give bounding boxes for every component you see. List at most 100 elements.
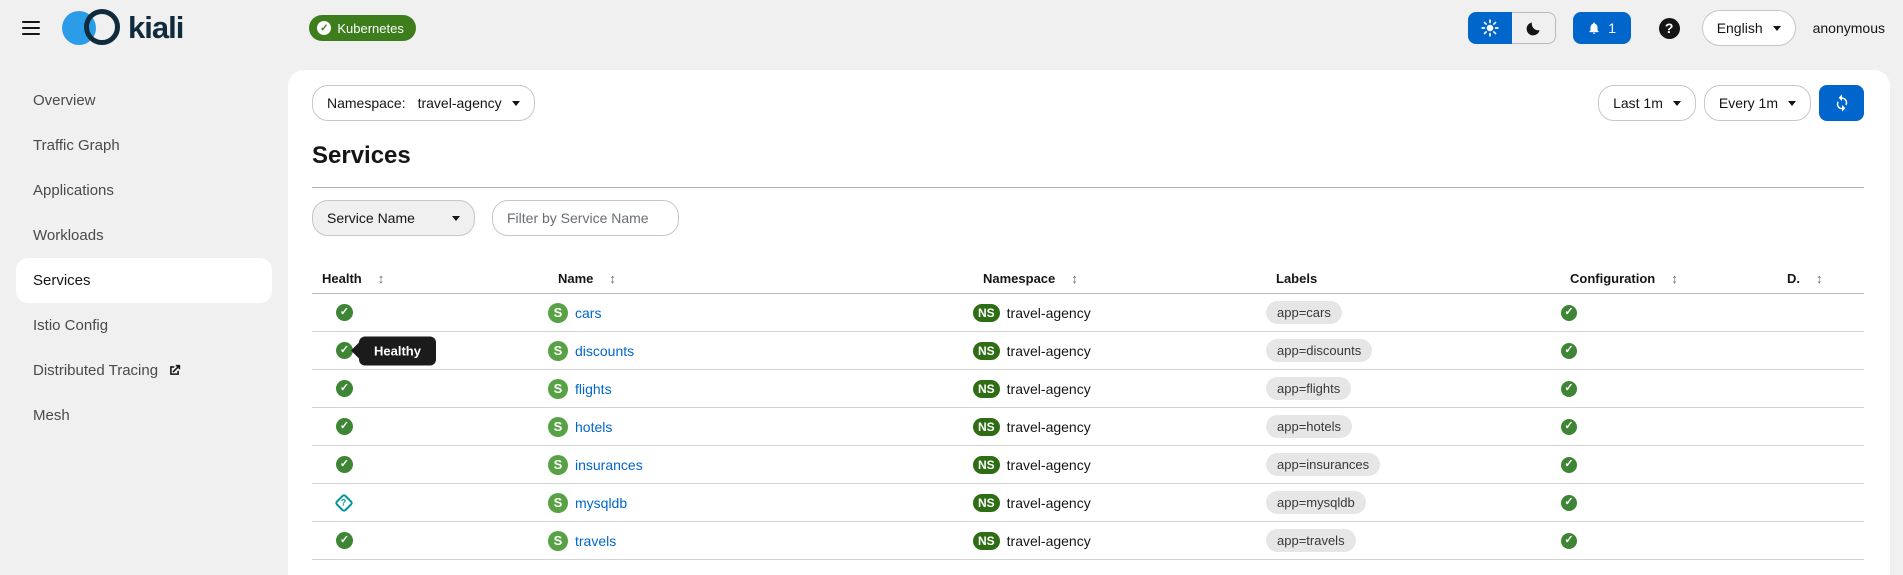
- dark-theme-button[interactable]: [1512, 12, 1556, 44]
- refresh-interval-dropdown[interactable]: Every 1m: [1704, 85, 1811, 121]
- notification-count: 1: [1608, 20, 1616, 36]
- unknown-health-icon[interactable]: ?: [334, 493, 354, 513]
- language-dropdown[interactable]: English: [1702, 10, 1796, 46]
- sidebar-item-distributed-tracing[interactable]: Distributed Tracing: [16, 348, 272, 393]
- sidebar-item-services[interactable]: Services: [16, 258, 272, 303]
- duration-dropdown[interactable]: Last 1m: [1598, 85, 1696, 121]
- sidebar-item-label: Istio Config: [33, 317, 108, 334]
- title-divider: [312, 187, 1864, 188]
- healthy-icon[interactable]: ✓: [336, 532, 353, 549]
- masthead-right: 1 ? English anonymous: [1468, 0, 1885, 56]
- config-valid-icon[interactable]: ✓: [1561, 419, 1577, 435]
- nav-toggle-button[interactable]: [22, 21, 40, 35]
- sidebar-item-applications[interactable]: Applications: [16, 168, 272, 213]
- help-icon[interactable]: ?: [1659, 18, 1680, 39]
- namespace-value: travel-agency: [1007, 495, 1091, 511]
- service-link[interactable]: travels: [575, 533, 616, 549]
- label-pill: app=insurances: [1266, 453, 1380, 476]
- namespace-value: travel-agency: [1007, 343, 1091, 359]
- page-title: Services: [312, 142, 1864, 170]
- refresh-button[interactable]: [1819, 85, 1864, 121]
- labels-cell: app=insurances: [1266, 453, 1560, 476]
- services-table: Health ↕ Name ↕ Namespace ↕ Labels Confi…: [312, 263, 1864, 560]
- health-cell: ✓: [312, 304, 548, 321]
- namespace-icon: NS: [973, 494, 1000, 512]
- name-cell: S cars: [548, 303, 973, 323]
- light-theme-button[interactable]: [1468, 12, 1512, 44]
- config-valid-icon[interactable]: ✓: [1561, 495, 1577, 511]
- service-icon: S: [548, 341, 568, 361]
- content-toolbar: Namespace: travel-agency Last 1m Every 1…: [312, 85, 1864, 121]
- kiali-logo-icon: [62, 9, 120, 47]
- healthy-icon[interactable]: ✓: [336, 304, 353, 321]
- configuration-cell: ✓: [1560, 495, 1777, 511]
- sidebar-item-mesh[interactable]: Mesh: [16, 393, 272, 438]
- sidebar-item-traffic-graph[interactable]: Traffic Graph: [16, 123, 272, 168]
- notifications-button[interactable]: 1: [1573, 12, 1631, 44]
- service-link[interactable]: insurances: [575, 457, 643, 473]
- labels-cell: app=mysqldb: [1266, 491, 1560, 514]
- filter-input[interactable]: [492, 200, 679, 236]
- sidebar-nav: Overview Traffic Graph Applications Work…: [0, 70, 288, 575]
- column-header-d-[interactable]: D. ↕: [1777, 271, 1864, 286]
- config-valid-icon[interactable]: ✓: [1561, 457, 1577, 473]
- configuration-cell: ✓: [1560, 533, 1777, 549]
- sort-icon[interactable]: ↕: [1671, 271, 1678, 286]
- service-link[interactable]: cars: [575, 305, 601, 321]
- label-pill: app=hotels: [1266, 415, 1352, 438]
- configuration-cell: ✓: [1560, 305, 1777, 321]
- label-pill: app=travels: [1266, 529, 1356, 552]
- namespace-cell: NS travel-agency: [973, 456, 1266, 474]
- column-header-configuration[interactable]: Configuration ↕: [1560, 271, 1777, 286]
- service-icon: S: [548, 455, 568, 475]
- healthy-icon[interactable]: ✓: [336, 456, 353, 473]
- labels-cell: app=travels: [1266, 529, 1560, 552]
- sort-icon[interactable]: ↕: [1071, 271, 1078, 286]
- service-link[interactable]: hotels: [575, 419, 612, 435]
- table-row: ✓ S cars NS travel-agency app=cars ✓: [312, 294, 1864, 332]
- healthy-icon[interactable]: ✓: [336, 418, 353, 435]
- external-link-icon: [167, 363, 182, 378]
- table-row: ✓ S travels NS travel-agency app=travels…: [312, 522, 1864, 560]
- column-header-labels[interactable]: Labels: [1266, 271, 1560, 286]
- sidebar-item-label: Workloads: [33, 227, 104, 244]
- hamburger-icon: [22, 21, 40, 23]
- sidebar-item-workloads[interactable]: Workloads: [16, 213, 272, 258]
- service-icon: S: [548, 303, 568, 323]
- kiali-brand-text: kiali: [128, 10, 183, 46]
- service-link[interactable]: flights: [575, 381, 612, 397]
- sidebar-item-label: Mesh: [33, 407, 70, 424]
- namespace-dropdown[interactable]: Namespace: travel-agency: [312, 85, 535, 121]
- column-header-name[interactable]: Name ↕: [548, 271, 973, 286]
- config-valid-icon[interactable]: ✓: [1561, 381, 1577, 397]
- config-valid-icon[interactable]: ✓: [1561, 343, 1577, 359]
- sort-icon[interactable]: ↕: [1816, 271, 1823, 286]
- configuration-cell: ✓: [1560, 343, 1777, 359]
- column-header-health[interactable]: Health ↕: [312, 271, 548, 286]
- config-valid-icon[interactable]: ✓: [1561, 533, 1577, 549]
- namespace-icon: NS: [973, 418, 1000, 436]
- sidebar-item-overview[interactable]: Overview: [16, 78, 272, 123]
- config-valid-icon[interactable]: ✓: [1561, 305, 1577, 321]
- namespace-icon: NS: [973, 532, 1000, 550]
- sidebar-item-label: Overview: [33, 92, 96, 109]
- sort-icon[interactable]: ↕: [378, 271, 385, 286]
- column-header-namespace[interactable]: Namespace ↕: [973, 271, 1266, 286]
- sidebar-item-label: Services: [33, 272, 91, 289]
- namespace-cell: NS travel-agency: [973, 418, 1266, 436]
- service-link[interactable]: mysqldb: [575, 495, 627, 511]
- moon-icon: [1525, 20, 1542, 37]
- namespace-dropdown-label: Namespace:: [327, 95, 406, 111]
- sidebar-item-istio-config[interactable]: Istio Config: [16, 303, 272, 348]
- namespace-value: travel-agency: [1007, 419, 1091, 435]
- health-cell: ✓ Healthy: [312, 342, 548, 359]
- service-link[interactable]: discounts: [575, 343, 634, 359]
- sort-icon[interactable]: ↕: [609, 271, 616, 286]
- table-row: ✓ Healthy S discounts NS travel-agency a…: [312, 332, 1864, 370]
- filter-type-dropdown[interactable]: Service Name: [312, 200, 475, 236]
- configuration-cell: ✓: [1560, 457, 1777, 473]
- healthy-icon[interactable]: ✓: [336, 380, 353, 397]
- name-cell: S hotels: [548, 417, 973, 437]
- chevron-down-icon: [512, 101, 520, 106]
- namespace-cell: NS travel-agency: [973, 342, 1266, 360]
